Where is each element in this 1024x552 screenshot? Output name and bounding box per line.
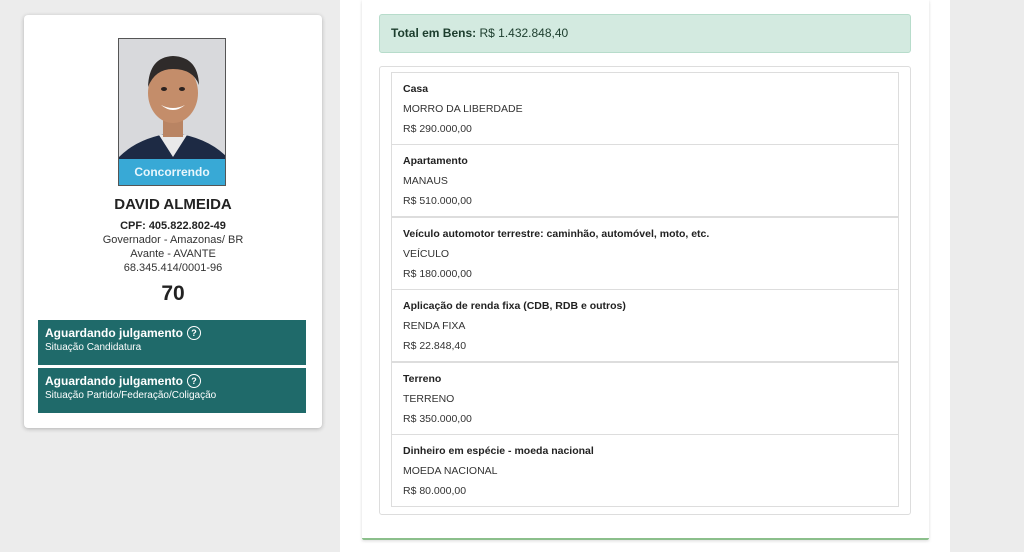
candidate-cpf: CPF: 405.822.802-49 bbox=[120, 220, 226, 232]
total-assets-box: Total em Bens: R$ 1.432.848,40 bbox=[379, 14, 911, 53]
asset-description: MORRO DA LIBERDADE bbox=[403, 103, 523, 115]
situation-candidatura: Aguardando julgamento ? Situação Candida… bbox=[38, 320, 306, 365]
asset-description: MANAUS bbox=[403, 175, 448, 187]
asset-item: Veículo automotor terrestre: caminhão, a… bbox=[391, 217, 899, 290]
asset-value: R$ 80.000,00 bbox=[403, 485, 467, 497]
candidate-card: Concorrendo DAVID ALMEIDA CPF: 405.822.8… bbox=[24, 15, 322, 428]
asset-item: Dinheiro em espécie - moeda nacional MOE… bbox=[391, 434, 899, 507]
situation-title: Aguardando julgamento bbox=[45, 374, 183, 388]
total-assets-label: Total em Bens: bbox=[391, 26, 477, 40]
asset-type: Casa bbox=[403, 83, 429, 95]
asset-type: Aplicação de renda fixa (CDB, RDB e outr… bbox=[403, 300, 626, 312]
candidate-cnpj: 68.345.414/0001-96 bbox=[123, 262, 223, 274]
asset-description: RENDA FIXA bbox=[403, 320, 466, 332]
situation-partido: Aguardando julgamento ? Situação Partido… bbox=[38, 368, 306, 413]
help-circle-icon[interactable]: ? bbox=[187, 326, 201, 340]
asset-item: Apartamento MANAUS R$ 510.000,00 bbox=[391, 144, 899, 217]
candidate-office: Governador - Amazonas/ BR bbox=[102, 234, 244, 246]
asset-type: Dinheiro em espécie - moeda nacional bbox=[403, 445, 594, 457]
panel-bottom-border bbox=[362, 538, 929, 540]
asset-item: Aplicação de renda fixa (CDB, RDB e outr… bbox=[391, 289, 899, 362]
asset-type: Terreno bbox=[403, 373, 442, 385]
total-assets-value: R$ 1.432.848,40 bbox=[479, 26, 569, 40]
asset-value: R$ 350.000,00 bbox=[403, 413, 472, 425]
asset-value: R$ 22.848,40 bbox=[403, 340, 467, 352]
candidate-name: DAVID ALMEIDA bbox=[114, 196, 232, 213]
situation-subtitle: Situação Partido/Federação/Coligação bbox=[45, 390, 217, 401]
candidate-photo: Concorrendo bbox=[118, 38, 226, 186]
situation-title: Aguardando julgamento bbox=[45, 326, 183, 340]
asset-description: TERRENO bbox=[403, 393, 455, 405]
asset-value: R$ 290.000,00 bbox=[403, 123, 472, 135]
asset-type: Veículo automotor terrestre: caminhão, a… bbox=[403, 228, 710, 240]
asset-item: Casa MORRO DA LIBERDADE R$ 290.000,00 bbox=[391, 72, 899, 145]
candidate-party: Avante - AVANTE bbox=[130, 248, 216, 260]
asset-type: Apartamento bbox=[403, 155, 468, 167]
status-tag: Concorrendo bbox=[119, 159, 225, 185]
asset-value: R$ 180.000,00 bbox=[403, 268, 472, 280]
asset-description: VEÍCULO bbox=[403, 248, 450, 260]
help-circle-icon[interactable]: ? bbox=[187, 374, 201, 388]
asset-description: MOEDA NACIONAL bbox=[403, 465, 498, 477]
asset-value: R$ 510.000,00 bbox=[403, 195, 472, 207]
candidate-number: 70 bbox=[161, 282, 185, 305]
situation-subtitle: Situação Candidatura bbox=[45, 342, 142, 353]
asset-item: Terreno TERRENO R$ 350.000,00 bbox=[391, 362, 899, 435]
